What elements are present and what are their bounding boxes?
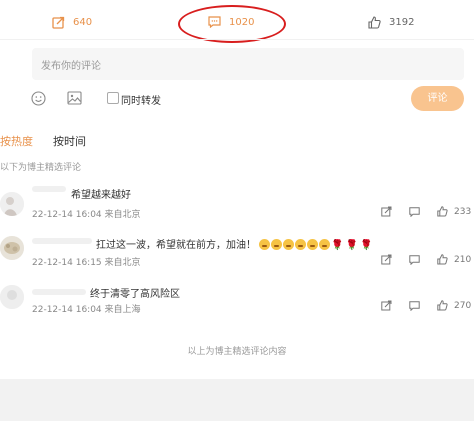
avatar[interactable] [0,285,24,309]
commenter-name[interactable] [32,186,66,192]
reply-icon[interactable] [409,206,420,217]
tab-sort-time[interactable]: 按时间 [53,133,86,149]
emoji-icon [259,239,271,250]
smiley-icon [31,91,46,106]
divider [0,39,474,40]
thumbs-up-icon[interactable] [437,206,448,217]
submit-comment-button[interactable]: 评论 [411,86,464,111]
thumbs-up-icon[interactable] [437,254,448,265]
tab-sort-hot[interactable]: 按热度 [0,133,33,149]
comment-text-row: 扛过这一波，希望就在前方，加油！ 🌹 🌹 🌹 [96,236,375,251]
image-icon [67,91,82,105]
repost-count: 640 [73,17,93,28]
featured-comments-end-note: 以上为博主精选评论内容 [187,347,287,357]
emoji-icon [283,239,295,250]
comment-text: 终于清零了高风险区 [90,289,180,300]
rose-icon: 🌹 [345,240,359,251]
repost-checkbox[interactable] [107,92,119,104]
comment-meta: 22-12-14 16:15 来自北京 [32,258,141,268]
emoji-icon [319,239,331,250]
reply-icon[interactable] [409,254,420,265]
emoji-icon [295,239,307,250]
comment-actions: 210 [381,254,471,265]
repost-action[interactable]: 640 [52,16,92,29]
comment-text: 扛过这一波，希望就在前方，加油！ [96,240,256,251]
image-button[interactable] [67,91,82,105]
repost-checkbox-label: 同时转发 [121,96,161,107]
thumbs-up-icon[interactable] [437,300,448,311]
avatar[interactable] [0,236,24,260]
comment-like-count: 270 [454,300,472,311]
comment-like-count: 210 [454,254,472,265]
commenter-name[interactable] [32,289,86,295]
like-count: 3192 [389,17,415,28]
emoji-icon [307,239,319,250]
comment-input-placeholder: 发布你的评论 [41,61,101,72]
comment-meta: 22-12-14 16:04 来自北京 [32,210,141,220]
featured-comments-note: 以下为博主精选评论 [0,163,82,173]
comment-input[interactable]: 发布你的评论 [32,48,464,80]
rose-icon: 🌹 [331,240,344,251]
comment-text: 希望越来越好 [71,190,131,201]
avatar[interactable] [0,192,24,216]
bottom-divider-band [0,379,474,421]
commenter-name[interactable] [32,238,92,244]
share-icon[interactable] [381,206,392,217]
emoji-button[interactable] [31,91,46,106]
comment-like-count: 233 [454,206,472,217]
reply-icon[interactable] [409,300,420,311]
repost-icon [52,16,65,29]
share-icon[interactable] [381,300,392,311]
comment-actions: 233 [381,206,471,217]
share-icon[interactable] [381,254,392,265]
comment-meta: 22-12-14 16:04 来自上海 [32,305,141,315]
comment-actions: 270 [381,300,471,311]
like-action[interactable]: 3192 [368,16,414,29]
highlight-circle [178,5,286,43]
thumbs-up-icon [368,16,381,29]
emoji-icon [271,239,283,250]
rose-icon: 🌹 [360,240,373,251]
